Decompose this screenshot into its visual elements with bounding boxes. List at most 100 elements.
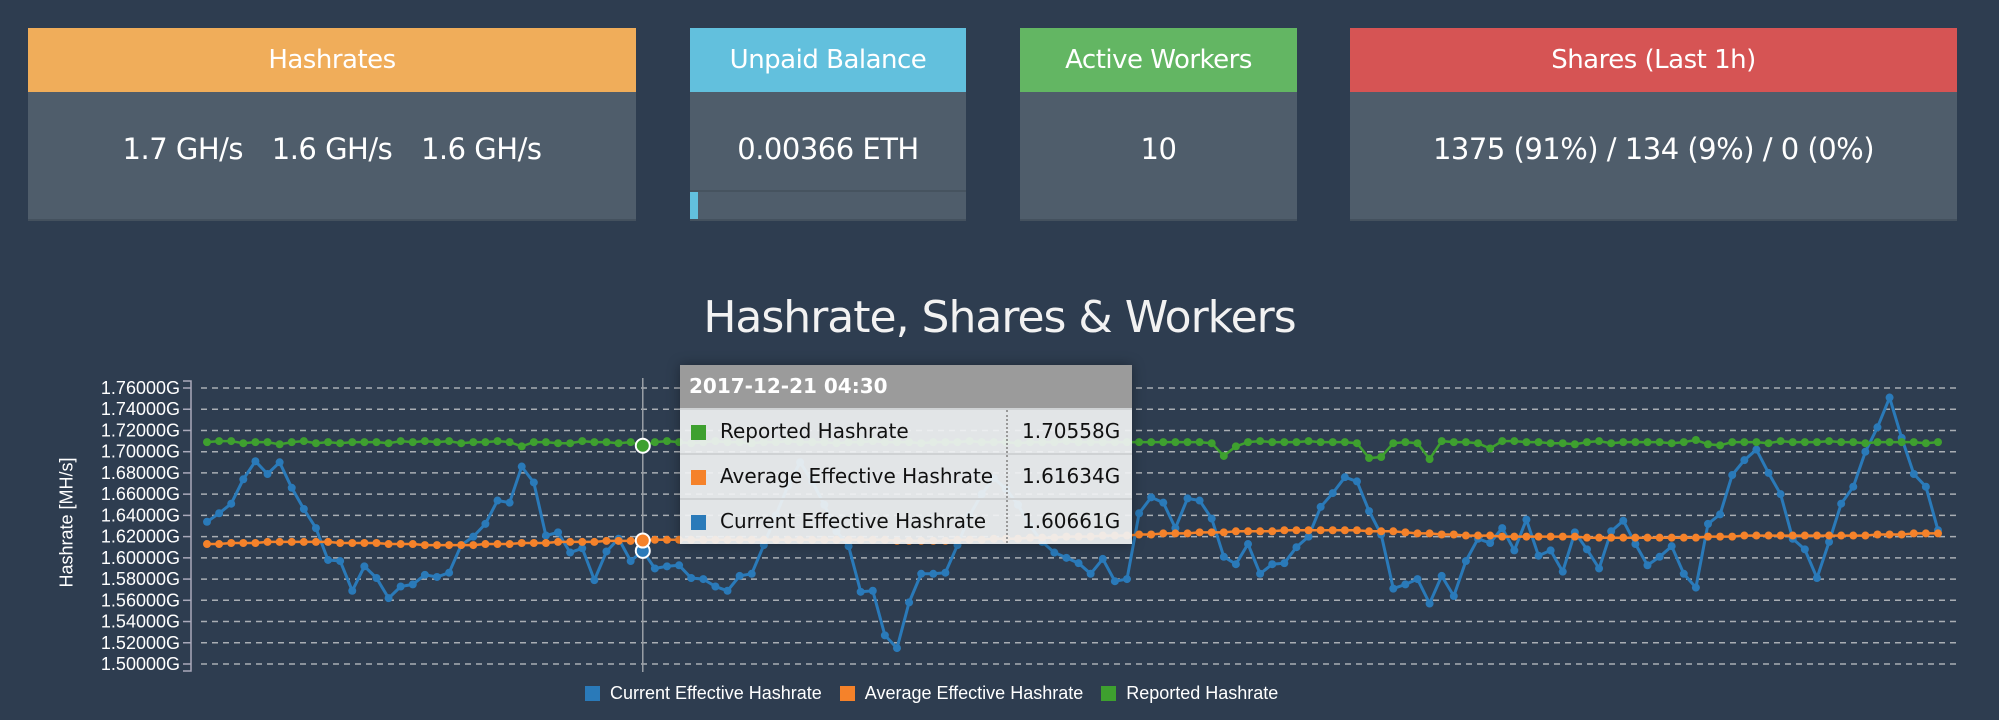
legend-swatch-icon: [585, 685, 600, 701]
data-point: [251, 457, 260, 466]
data-point: [239, 439, 248, 448]
data-point: [203, 517, 211, 526]
data-point: [1800, 531, 1809, 540]
legend-item-average[interactable]: Average Effective Hashrate: [839, 683, 1083, 704]
data-point: [578, 537, 587, 546]
data-point: [1110, 577, 1119, 586]
y-tick-label: 1.56000G: [101, 590, 180, 610]
data-point: [1352, 477, 1361, 486]
data-point: [1280, 438, 1289, 447]
data-point: [227, 499, 236, 508]
data-point: [420, 437, 429, 446]
data-point: [215, 437, 224, 446]
data-point: [1934, 438, 1942, 447]
data-point: [1316, 502, 1325, 511]
data-point: [384, 540, 393, 549]
data-point: [1716, 510, 1725, 519]
data-point: [1655, 438, 1664, 447]
data-point: [1365, 454, 1374, 463]
data-point: [1921, 439, 1930, 448]
data-point: [1873, 530, 1882, 539]
data-point: [420, 570, 429, 579]
y-tick-label: 1.50000G: [101, 654, 180, 674]
data-point: [1619, 533, 1628, 542]
data-point: [432, 572, 441, 581]
legend-swatch-icon: [839, 685, 855, 701]
data-point: [1764, 439, 1773, 448]
data-point: [1498, 532, 1507, 541]
data-point: [1086, 569, 1095, 578]
data-point: [1825, 437, 1834, 446]
data-point: [529, 538, 538, 547]
data-point: [420, 541, 429, 550]
data-point: [360, 562, 369, 571]
data-point: [602, 547, 611, 556]
data-point: [251, 538, 260, 547]
data-point: [1752, 531, 1761, 540]
data-point: [287, 438, 296, 447]
data-point: [336, 557, 345, 566]
data-point: [1207, 514, 1216, 523]
data-point: [517, 442, 526, 451]
data-point: [1147, 493, 1156, 502]
data-point: [396, 437, 405, 446]
data-point: [1909, 438, 1918, 447]
y-tick-label: 1.76000G: [101, 378, 180, 398]
tooltip-label: Average Effective Hashrate: [720, 464, 994, 488]
tooltip-row-current: Current Effective Hashrate 1.60661G: [680, 498, 1132, 543]
data-point: [1413, 575, 1422, 584]
data-point: [1570, 440, 1579, 449]
data-point: [372, 574, 381, 583]
data-point: [929, 569, 938, 578]
data-point: [1244, 438, 1253, 447]
y-tick-label: 1.54000G: [101, 612, 180, 632]
data-point: [1522, 532, 1531, 541]
data-point: [348, 586, 357, 595]
hashrate-chart[interactable]: 1.50000G1.52000G1.54000G1.56000G1.58000G…: [0, 0, 1999, 720]
legend-item-current[interactable]: Current Effective Hashrate: [585, 683, 822, 704]
tooltip-timestamp: 2017-12-21 04:30: [680, 365, 1132, 408]
data-point: [1812, 531, 1821, 540]
data-point: [481, 519, 490, 528]
data-point: [1558, 567, 1567, 576]
data-point: [1183, 529, 1192, 538]
data-point: [590, 576, 599, 585]
data-point: [1195, 438, 1204, 447]
data-point: [662, 437, 671, 446]
data-point: [1667, 542, 1676, 551]
data-point: [1159, 438, 1168, 447]
data-point: [1365, 507, 1374, 516]
data-point: [1340, 526, 1349, 535]
data-point: [493, 437, 502, 446]
data-point: [408, 580, 417, 589]
legend-item-reported[interactable]: Reported Hashrate: [1101, 683, 1278, 704]
data-point: [1280, 559, 1289, 568]
data-point: [1776, 490, 1785, 499]
data-point: [1607, 439, 1616, 448]
data-point: [1292, 543, 1301, 552]
data-point: [1256, 437, 1265, 446]
legend-label: Current Effective Hashrate: [610, 682, 822, 703]
data-point: [590, 537, 599, 546]
data-point: [1159, 529, 1168, 538]
data-point: [1534, 551, 1543, 560]
data-point: [1268, 438, 1277, 447]
legend-label: Reported Hashrate: [1126, 682, 1279, 703]
data-point: [1582, 545, 1591, 554]
y-tick-label: 1.68000G: [101, 463, 180, 483]
data-point: [505, 438, 514, 447]
data-point: [1546, 532, 1555, 541]
data-point: [1340, 438, 1349, 447]
data-point: [1558, 532, 1567, 541]
data-point: [517, 462, 526, 471]
data-point: [1171, 438, 1180, 447]
tooltip-label: Reported Hashrate: [720, 419, 909, 443]
data-point: [469, 438, 478, 447]
data-point: [396, 540, 405, 549]
tooltip-value: 1.70558G: [1006, 410, 1120, 453]
data-point: [299, 537, 308, 546]
data-point: [251, 438, 260, 447]
data-point: [311, 439, 320, 448]
data-point: [1074, 559, 1083, 568]
data-point: [445, 437, 454, 446]
